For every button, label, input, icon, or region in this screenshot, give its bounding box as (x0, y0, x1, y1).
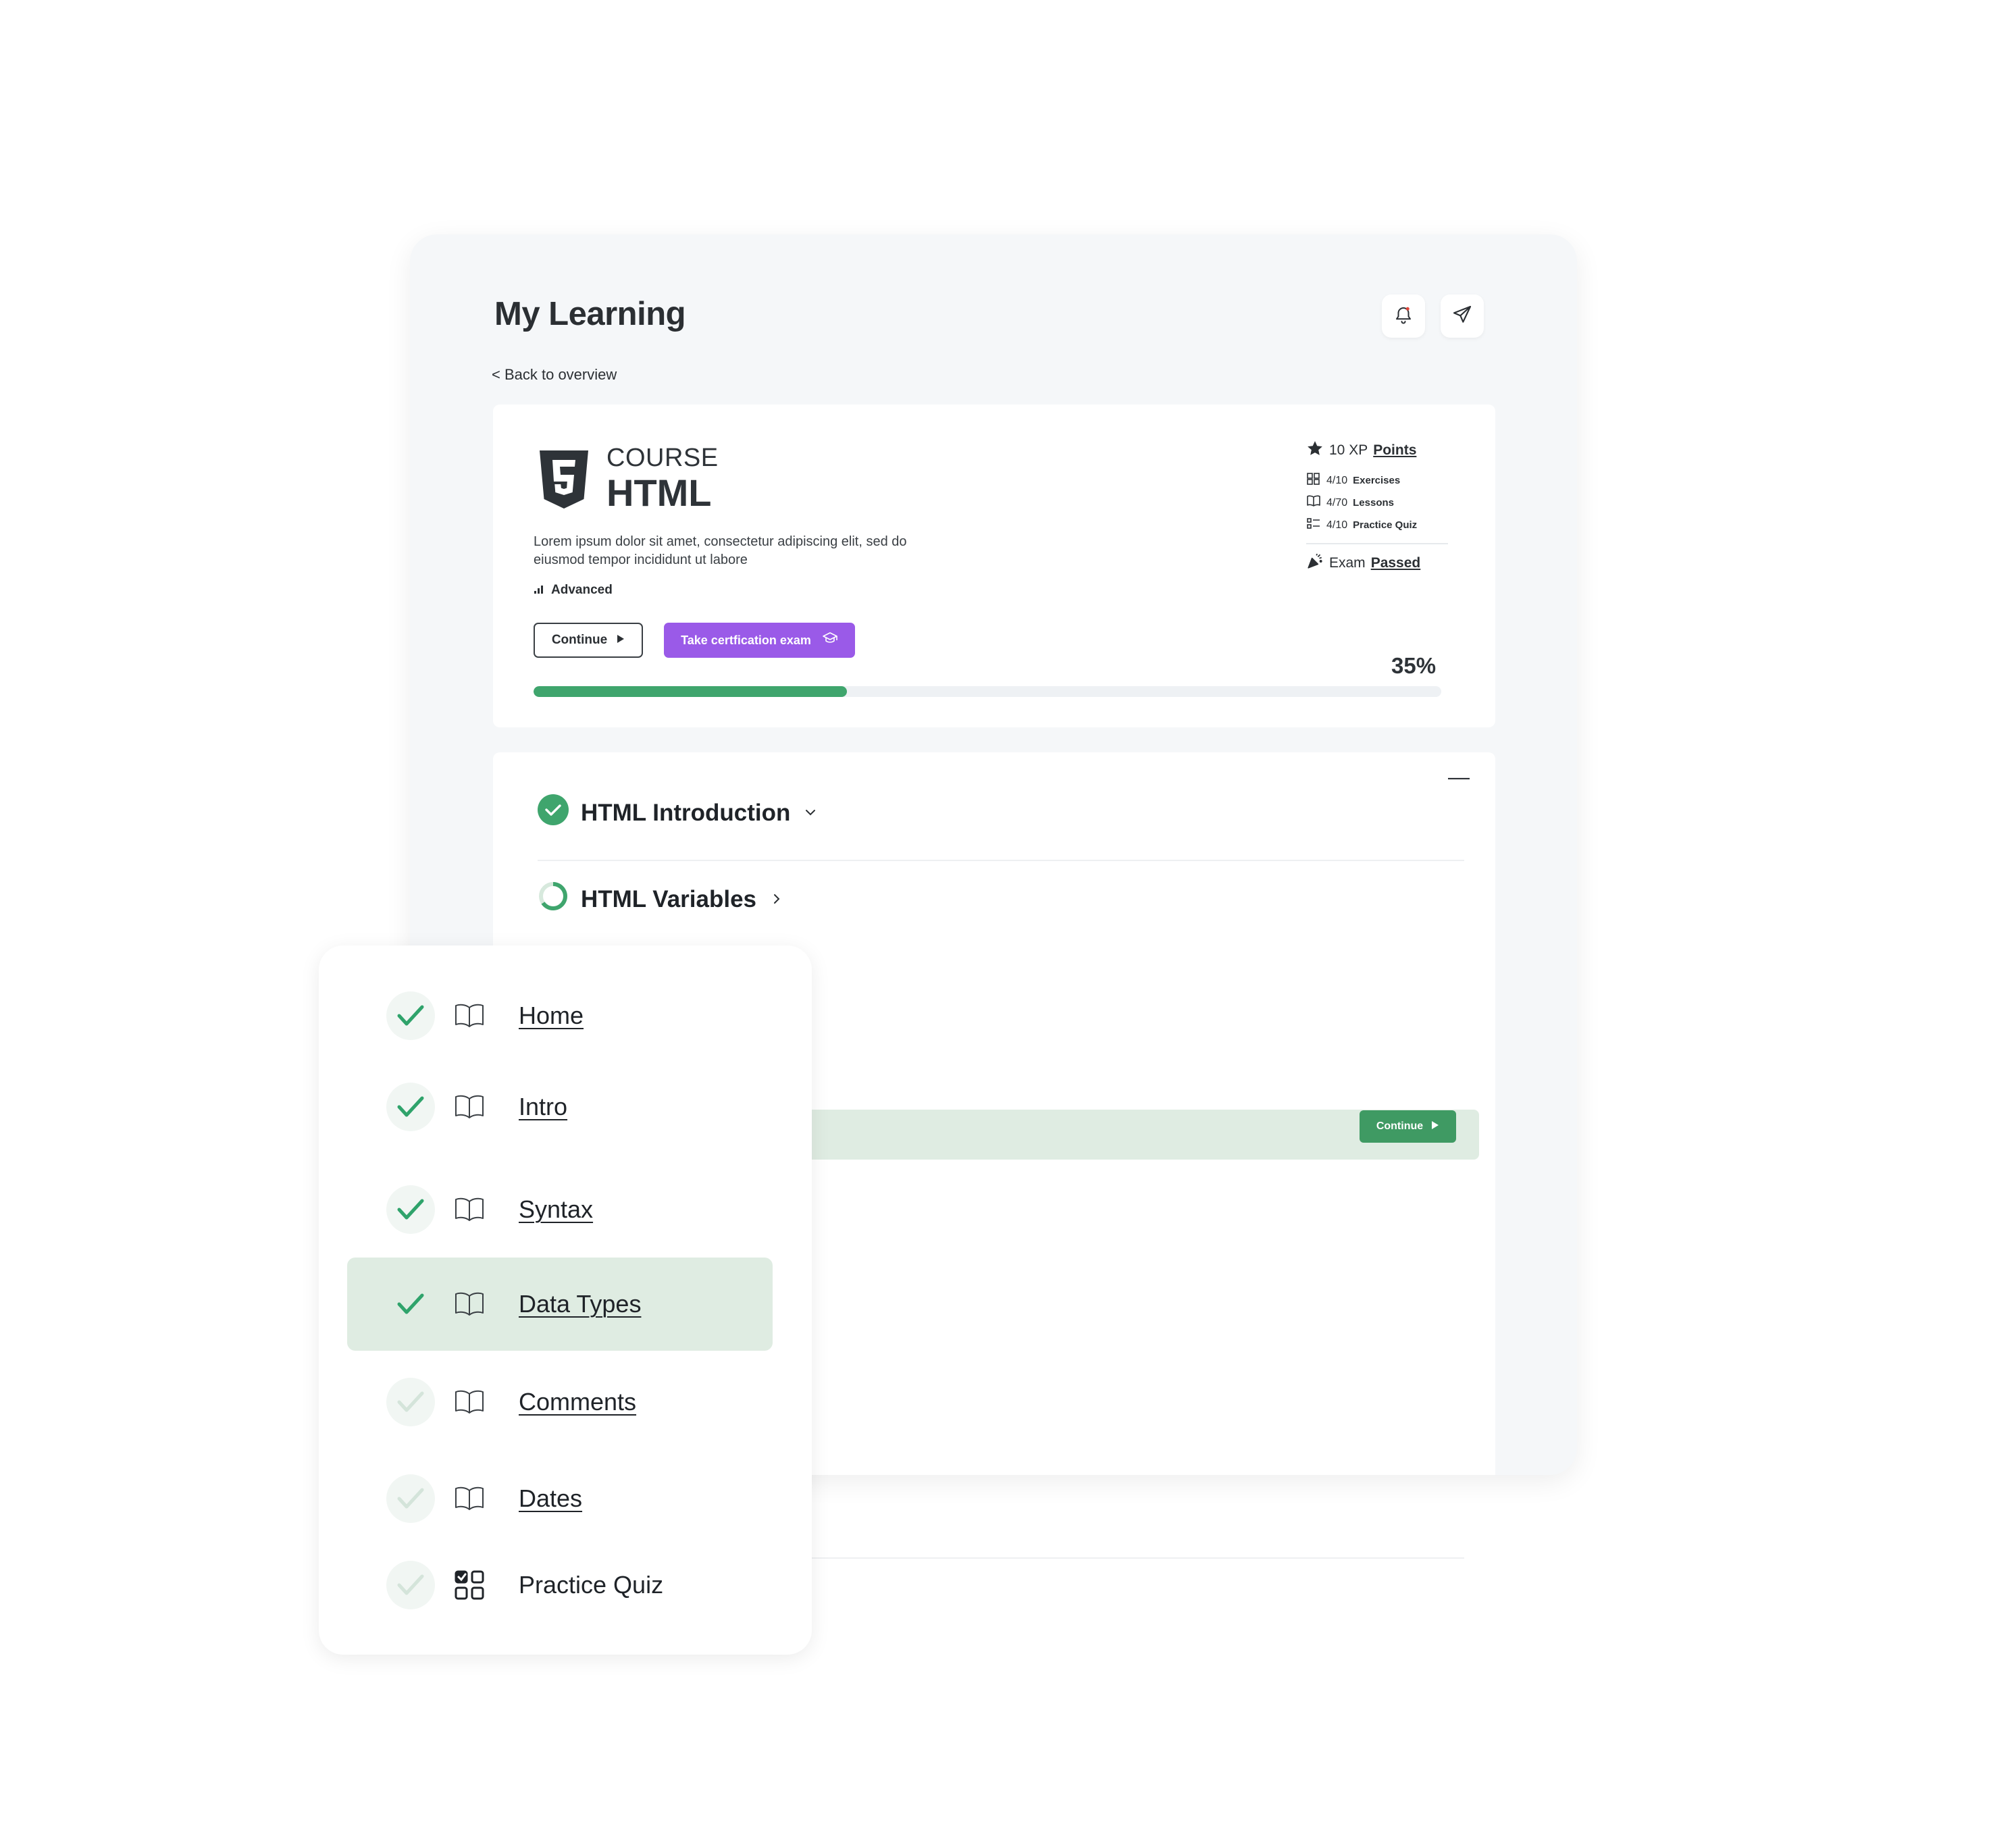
lesson-label: Home (519, 1002, 584, 1029)
celebration-icon (1306, 552, 1324, 574)
xp-points-stat: 10 XP Points (1306, 440, 1448, 461)
checkmark-icon (386, 1083, 435, 1131)
graduation-cap-icon (822, 631, 838, 650)
signal-bars-icon (534, 583, 546, 598)
exam-status-link[interactable]: Passed (1371, 555, 1421, 571)
course-kicker: COURSE (606, 444, 719, 472)
checkmark-icon (386, 1474, 435, 1523)
lesson-row[interactable]: Practice Quiz (347, 1538, 773, 1632)
collapse-button[interactable]: — (1448, 765, 1470, 789)
book-icon (453, 999, 486, 1033)
progress-ring-icon (538, 881, 569, 918)
lessons-stat: 4/70 Lessons (1306, 494, 1448, 511)
course-level: Advanced (534, 583, 613, 598)
course-progress-fill (534, 686, 848, 697)
quiz-count: 4/10 (1326, 519, 1348, 531)
continue-button[interactable]: Continue (534, 623, 643, 658)
cert-button-label: Take certfication exam (681, 633, 811, 647)
exam-label: Exam (1329, 555, 1366, 571)
book-icon (453, 1193, 486, 1226)
lessons-count: 4/70 (1326, 496, 1348, 509)
row-continue-button[interactable]: Continue (1360, 1110, 1456, 1143)
book-icon (453, 1090, 486, 1124)
lesson-row[interactable]: Data Types (347, 1258, 773, 1351)
bell-icon (1393, 305, 1414, 328)
checklist-icon (1306, 517, 1321, 534)
lesson-row[interactable]: Intro (347, 1060, 773, 1154)
progress-percent-label: 35% (1391, 653, 1437, 678)
course-stats: 10 XP Points 4/10 Exercises 4/70 Lessons (1306, 440, 1448, 574)
checkmark-icon (386, 1185, 435, 1234)
lesson-label: Syntax (519, 1195, 594, 1223)
exam-stat: Exam Passed (1306, 552, 1448, 574)
exercises-label: Exercises (1353, 475, 1401, 486)
checkmark-icon (386, 991, 435, 1040)
lesson-row[interactable]: Home (347, 969, 773, 1062)
check-circle-icon (538, 794, 569, 831)
book-icon (453, 1287, 486, 1321)
exercises-count: 4/10 (1326, 474, 1348, 486)
continue-button-label: Continue (551, 633, 608, 647)
lesson-list-panel: Home Intro Syntax Data Types Comments Dates Pr… (319, 946, 812, 1655)
lesson-label: Practice Quiz (519, 1571, 664, 1599)
course-card: COURSE HTML Lorem ipsum dolor sit amet, … (493, 405, 1495, 727)
notifications-button[interactable] (1382, 294, 1425, 338)
lesson-label: Intro (519, 1093, 568, 1120)
checkmark-icon (386, 1378, 435, 1426)
stats-divider (1306, 543, 1448, 544)
points-link[interactable]: Points (1373, 442, 1416, 459)
lesson-row[interactable]: Comments (347, 1355, 773, 1449)
course-level-label: Advanced (551, 583, 613, 597)
exercises-stat: 4/10 Exercises (1306, 472, 1448, 489)
practice-quiz-stat: 4/10 Practice Quiz (1306, 517, 1448, 534)
lesson-row[interactable]: Dates (347, 1452, 773, 1545)
lessons-label: Lessons (1353, 497, 1394, 509)
module-title: HTML Variables (581, 885, 757, 912)
html5-shield-icon (538, 449, 590, 513)
grid-icon (1306, 472, 1321, 489)
course-description: Lorem ipsum dolor sit amet, consectetur … (534, 534, 907, 567)
book-icon (453, 1385, 486, 1419)
course-name: HTML (606, 471, 712, 514)
checkmark-icon (386, 1280, 435, 1328)
back-to-overview-link[interactable]: < Back to overview (492, 366, 617, 384)
lesson-label: Comments (519, 1388, 637, 1416)
lesson-row[interactable]: Syntax (347, 1163, 773, 1256)
quiz-label: Practice Quiz (1353, 519, 1418, 531)
module-html-variables[interactable]: HTML Variables (538, 881, 785, 918)
send-icon (1451, 304, 1473, 329)
module-html-introduction[interactable]: HTML Introduction (538, 794, 819, 831)
row-continue-label: Continue (1376, 1120, 1424, 1132)
course-progress-bar (534, 686, 1441, 697)
take-certification-exam-button[interactable]: Take certfication exam (664, 623, 855, 658)
page-title: My Learning (494, 296, 686, 332)
book-icon (453, 1482, 486, 1516)
lesson-label: Dates (519, 1484, 583, 1512)
checkmark-icon (386, 1561, 435, 1609)
play-icon (1431, 1120, 1439, 1133)
send-button[interactable] (1441, 294, 1484, 338)
module-title: HTML Introduction (581, 799, 791, 826)
chevron-down-icon (802, 800, 819, 827)
module-divider (538, 860, 1464, 861)
lesson-label: Data Types (519, 1290, 642, 1318)
star-icon (1306, 440, 1324, 461)
play-icon (617, 633, 625, 648)
xp-value: 10 XP (1329, 442, 1368, 458)
chevron-right-icon (769, 886, 785, 913)
quiz-grid-icon (453, 1568, 486, 1602)
book-icon (1306, 494, 1321, 511)
